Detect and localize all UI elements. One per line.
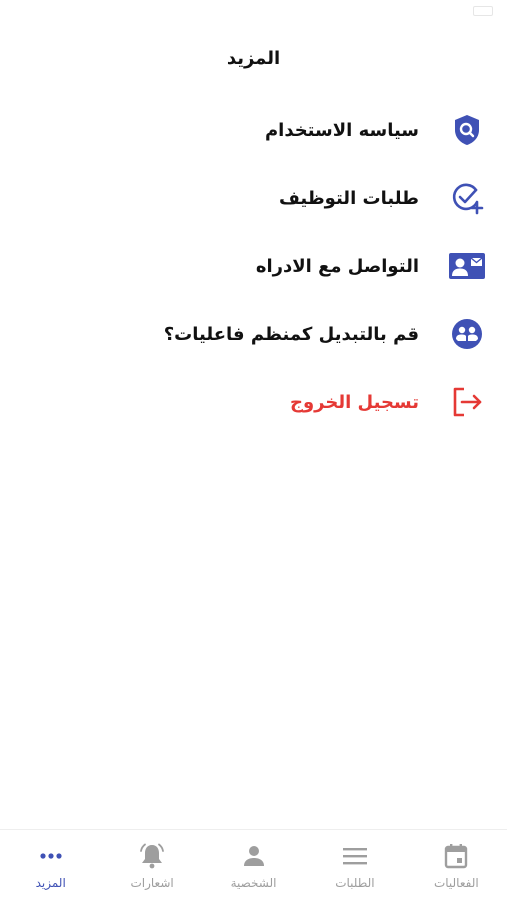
- list-icon: [341, 842, 369, 870]
- tab-events[interactable]: الفعاليات: [406, 830, 507, 900]
- check-plus-icon: [447, 178, 487, 218]
- bottom-tab-bar: المزيد اشعارات الشخصية الطلبات الفعاليات: [0, 829, 507, 900]
- menu-item-label: تسجيل الخروج: [290, 391, 419, 413]
- shield-search-icon: [447, 110, 487, 150]
- page-title: المزيد: [226, 48, 281, 69]
- menu-item-label: قم بالتبديل كمنظم فاعليات؟: [163, 323, 419, 345]
- logout-icon: [447, 382, 487, 422]
- tab-label: الشخصية: [230, 876, 277, 890]
- tab-orders[interactable]: الطلبات: [304, 830, 405, 900]
- contact-card-icon: [447, 246, 487, 286]
- menu-item-contact-management[interactable]: التواصل مع الادراه: [0, 232, 507, 300]
- menu-item-label: طلبات التوظيف: [278, 187, 419, 209]
- menu-item-switch-organizer[interactable]: قم بالتبديل كمنظم فاعليات؟: [0, 300, 507, 368]
- header: المزيد: [0, 44, 507, 74]
- menu-item-label: التواصل مع الادراه: [255, 255, 419, 277]
- person-icon: [240, 842, 268, 870]
- switch-organizer-icon: [447, 314, 487, 354]
- tab-label: اشعارات: [130, 876, 174, 890]
- menu-list: سياسه الاستخدام طلبات التوظيف التواصل مع…: [0, 96, 507, 436]
- bell-icon: [138, 842, 166, 870]
- tab-label: الطلبات: [335, 876, 375, 890]
- battery-icon: [473, 6, 493, 16]
- tab-label: المزيد: [35, 876, 66, 890]
- status-bar: [0, 0, 507, 22]
- menu-item-logout[interactable]: تسجيل الخروج: [0, 368, 507, 436]
- tab-profile[interactable]: الشخصية: [203, 830, 304, 900]
- tab-notifications[interactable]: اشعارات: [101, 830, 202, 900]
- menu-item-usage-policy[interactable]: سياسه الاستخدام: [0, 96, 507, 164]
- tab-label: الفعاليات: [433, 876, 479, 890]
- more-dots-icon: [37, 842, 65, 870]
- more-screen: المزيد سياسه الاستخدام طلبات التوظيف الت…: [0, 0, 507, 900]
- calendar-icon: [442, 842, 470, 870]
- menu-item-job-applications[interactable]: طلبات التوظيف: [0, 164, 507, 232]
- tab-more[interactable]: المزيد: [0, 830, 101, 900]
- menu-item-label: سياسه الاستخدام: [264, 119, 419, 141]
